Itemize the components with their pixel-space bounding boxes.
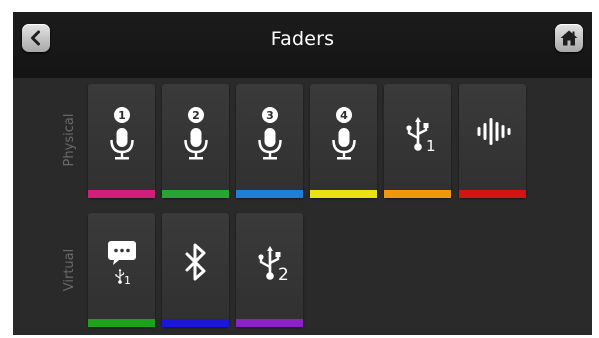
chat-usb-icon: 1: [102, 233, 142, 295]
fader-tile-line-in[interactable]: [459, 84, 526, 198]
virtual-row-label: Virtual: [62, 248, 77, 292]
physical-row-label: Physical: [62, 113, 77, 167]
fader-tile-bluetooth[interactable]: [162, 213, 229, 327]
microphone-icon: 4: [324, 104, 364, 166]
usb-channel-number: 1: [124, 274, 131, 287]
fader-color-bar: [384, 190, 451, 198]
fader-color-bar: [236, 190, 303, 198]
fader-tile-usb-1[interactable]: 1: [384, 84, 451, 198]
fader-color-bar: [88, 190, 155, 198]
fader-tile-usb-2[interactable]: 2: [236, 213, 303, 327]
waveform-icon: [473, 104, 513, 166]
fader-color-bar: [162, 319, 229, 327]
fader-color-bar: [88, 319, 155, 327]
mic-number-badge: 3: [266, 109, 274, 122]
fader-color-bar: [310, 190, 377, 198]
fader-tile-mic-1[interactable]: 1: [88, 84, 155, 198]
mic-number-badge: 1: [118, 109, 126, 122]
fader-tile-mic-2[interactable]: 2: [162, 84, 229, 198]
microphone-icon: 3: [250, 104, 290, 166]
fader-tile-mic-4[interactable]: 4: [310, 84, 377, 198]
bluetooth-icon: [176, 233, 216, 295]
microphone-icon: 2: [176, 104, 216, 166]
home-button[interactable]: [555, 24, 583, 52]
fader-color-bar: [236, 319, 303, 327]
fader-color-bar: [162, 190, 229, 198]
home-icon: [560, 30, 578, 46]
usb-icon: 2: [250, 233, 290, 295]
faders-screen: Faders Physical Virtual 1 2 3 4 1 1 2: [13, 12, 592, 335]
fader-tile-chat-usb-1[interactable]: 1: [88, 213, 155, 327]
usb-channel-number: 1: [426, 137, 436, 155]
usb-icon: 1: [398, 104, 438, 166]
mic-number-badge: 2: [192, 109, 200, 122]
header-bar: Faders: [13, 12, 592, 78]
page-title: Faders: [270, 28, 335, 50]
fader-tile-mic-3[interactable]: 3: [236, 84, 303, 198]
fader-color-bar: [459, 190, 526, 198]
usb-channel-number: 2: [278, 265, 289, 285]
microphone-icon: 1: [102, 104, 142, 166]
mic-number-badge: 4: [340, 109, 348, 122]
